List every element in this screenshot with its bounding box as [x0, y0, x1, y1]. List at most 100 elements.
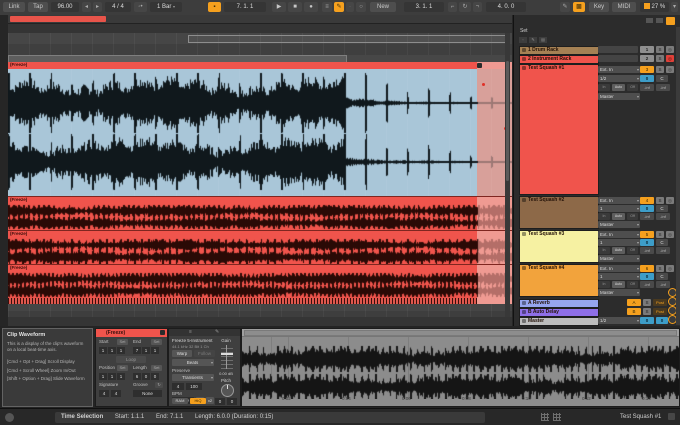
- bpm-double-button[interactable]: x2: [206, 397, 214, 404]
- arrangement-scrollbar[interactable]: [505, 33, 510, 317]
- return-b-activator[interactable]: B: [627, 308, 641, 315]
- hiq-button[interactable]: HiQ: [190, 398, 206, 404]
- length-beats[interactable]: 0: [142, 373, 150, 380]
- io-toggle-icon[interactable]: ◦: [519, 37, 527, 43]
- t4-output-select[interactable]: Master▾: [598, 221, 640, 228]
- position-set-button[interactable]: Set: [117, 365, 128, 371]
- mixer-toggle-icon[interactable]: ▤: [539, 37, 547, 43]
- window-button-1[interactable]: [646, 18, 653, 23]
- capture-new-button[interactable]: New: [370, 2, 396, 12]
- track-header-instrument-rack[interactable]: 2 Instrument Rack: [519, 55, 599, 64]
- return-track-b-auto-delay[interactable]: B Auto Delay: [519, 308, 599, 317]
- t5-input-select[interactable]: Ext. In▾: [598, 231, 640, 238]
- audio-status-icon[interactable]: [5, 413, 14, 422]
- clip-box-titlebar[interactable]: (Freeze): [96, 329, 167, 337]
- t5-volume-field[interactable]: 0: [640, 239, 654, 246]
- draw-mode-icon[interactable]: ✎: [560, 2, 570, 12]
- session-record-icon[interactable]: ○: [356, 2, 366, 12]
- gain-slider[interactable]: [221, 345, 233, 369]
- return-a-activator[interactable]: A: [627, 299, 641, 306]
- track-header-drum-rack[interactable]: 1 Drum Rack: [519, 46, 599, 55]
- end-beats[interactable]: 1: [142, 347, 150, 354]
- loop-switch-icon[interactable]: ↻: [459, 2, 471, 12]
- t6-volume-field[interactable]: 0: [640, 273, 654, 280]
- scrollbar-thumb[interactable]: [506, 61, 509, 181]
- track-header-test-squash-4[interactable]: Test Squash #4: [519, 264, 599, 297]
- t6-monitor-in[interactable]: In: [598, 281, 610, 288]
- length-sixteenths[interactable]: 0: [151, 373, 159, 380]
- follow-button[interactable]: Follow: [194, 350, 215, 357]
- waveform-scroll-zone[interactable]: [242, 329, 679, 337]
- warp-mode-select[interactable]: Beats▾: [172, 359, 214, 366]
- end-sixteenths[interactable]: 1: [151, 347, 159, 354]
- overload-indicator[interactable]: ▾: [671, 2, 678, 12]
- clip3-region[interactable]: (Freeze): [8, 230, 512, 265]
- t3-input-select[interactable]: Ext. In▾: [598, 66, 640, 73]
- t6-solo-button[interactable]: S: [656, 265, 664, 272]
- automation-dot[interactable]: [482, 83, 485, 86]
- t6-output-select[interactable]: Master▾: [598, 289, 640, 296]
- t1-activator[interactable]: 1: [640, 46, 654, 53]
- t3-monitor-in[interactable]: In: [598, 84, 610, 91]
- arrangement-position-field[interactable]: 7. 1. 1: [224, 2, 266, 12]
- t4-input-select[interactable]: Ext. In▾: [598, 197, 640, 204]
- clip2-region[interactable]: (Freeze): [8, 196, 512, 231]
- arrangement-overview[interactable]: [8, 15, 512, 24]
- automation-arm-icon[interactable]: ✎: [334, 2, 344, 12]
- envelope-tab-icon[interactable]: ✎: [215, 329, 219, 335]
- t4-activator[interactable]: 4: [640, 197, 654, 204]
- t5-output-select[interactable]: Master▾: [598, 255, 640, 262]
- master-cue-field[interactable]: 0: [656, 317, 668, 324]
- speaker-icon[interactable]: [160, 330, 165, 335]
- t4-monitor-in[interactable]: In: [598, 213, 610, 220]
- transient-envelope[interactable]: 100: [186, 383, 202, 390]
- t6-pan-field[interactable]: C: [656, 273, 668, 280]
- sample-tab-icon[interactable]: ≡: [189, 329, 192, 335]
- quantize-menu[interactable]: 1 Bar ▾: [150, 2, 182, 12]
- overview-clips-block[interactable]: [10, 16, 106, 22]
- t5-monitor-in[interactable]: In: [598, 247, 610, 254]
- t6-monitor-off[interactable]: Off: [627, 281, 638, 288]
- position-bars[interactable]: 1: [99, 373, 107, 380]
- speaker-icon[interactable]: [477, 63, 482, 68]
- return-b-post-toggle[interactable]: Post: [653, 308, 667, 315]
- record-button[interactable]: ●: [304, 2, 318, 12]
- t6-activator[interactable]: 6: [640, 265, 654, 272]
- start-set-button[interactable]: Set: [117, 339, 128, 345]
- fold-icon[interactable]: [522, 310, 526, 314]
- t4-volume-field[interactable]: 0: [640, 205, 654, 212]
- back-to-arrangement-button[interactable]: [666, 17, 675, 25]
- t3-pan-field[interactable]: C: [656, 75, 668, 82]
- warp-button[interactable]: Warp: [172, 350, 192, 357]
- t6-channel-select[interactable]: 1▾: [598, 273, 640, 280]
- position-sixteenths[interactable]: 1: [117, 373, 125, 380]
- transient-loop-mode[interactable]: 4: [172, 383, 184, 390]
- return-a-post-toggle[interactable]: Post: [653, 299, 667, 306]
- play-button[interactable]: ▶: [272, 2, 286, 12]
- return-track-a-reverb[interactable]: A Reverb: [519, 299, 599, 308]
- loop-length-field[interactable]: 4. 0. 0: [486, 2, 526, 12]
- time-ruler[interactable]: 0:000:010:020:030:040:050:060:070:080:09…: [8, 317, 512, 326]
- start-beats[interactable]: 1: [108, 347, 116, 354]
- fold-icon[interactable]: [522, 57, 526, 61]
- waveform-scroll-thumb[interactable]: [244, 330, 677, 336]
- nudge-up-icon[interactable]: ▸: [93, 2, 102, 12]
- groove-select[interactable]: None: [133, 390, 162, 397]
- midi-map-button[interactable]: MIDI: [612, 2, 636, 12]
- t2-solo-button[interactable]: S: [656, 55, 664, 62]
- reenable-automation-icon[interactable]: ·: [346, 2, 354, 12]
- preserve-select[interactable]: Transients▾: [172, 374, 214, 381]
- t3-solo-button[interactable]: S: [656, 66, 664, 73]
- clip-grid-icon[interactable]: [541, 413, 549, 421]
- t4-monitor-auto[interactable]: Auto: [612, 213, 625, 220]
- clip-waveform-display[interactable]: 0:020:040:060:080:100:120:14: [241, 328, 680, 407]
- clip4-region[interactable]: (Freeze): [8, 264, 512, 299]
- sig-numerator[interactable]: 4: [99, 390, 109, 397]
- ram-button[interactable]: RAM: [172, 398, 188, 404]
- clip1-waveform-region[interactable]: [8, 69, 512, 196]
- metronome-icon[interactable]: ◦•: [134, 2, 147, 12]
- time-signature-field[interactable]: 4 / 4: [105, 2, 131, 12]
- fold-icon[interactable]: [522, 66, 526, 70]
- t3-volume-field[interactable]: 0: [640, 75, 654, 82]
- t5-solo-button[interactable]: S: [656, 231, 664, 238]
